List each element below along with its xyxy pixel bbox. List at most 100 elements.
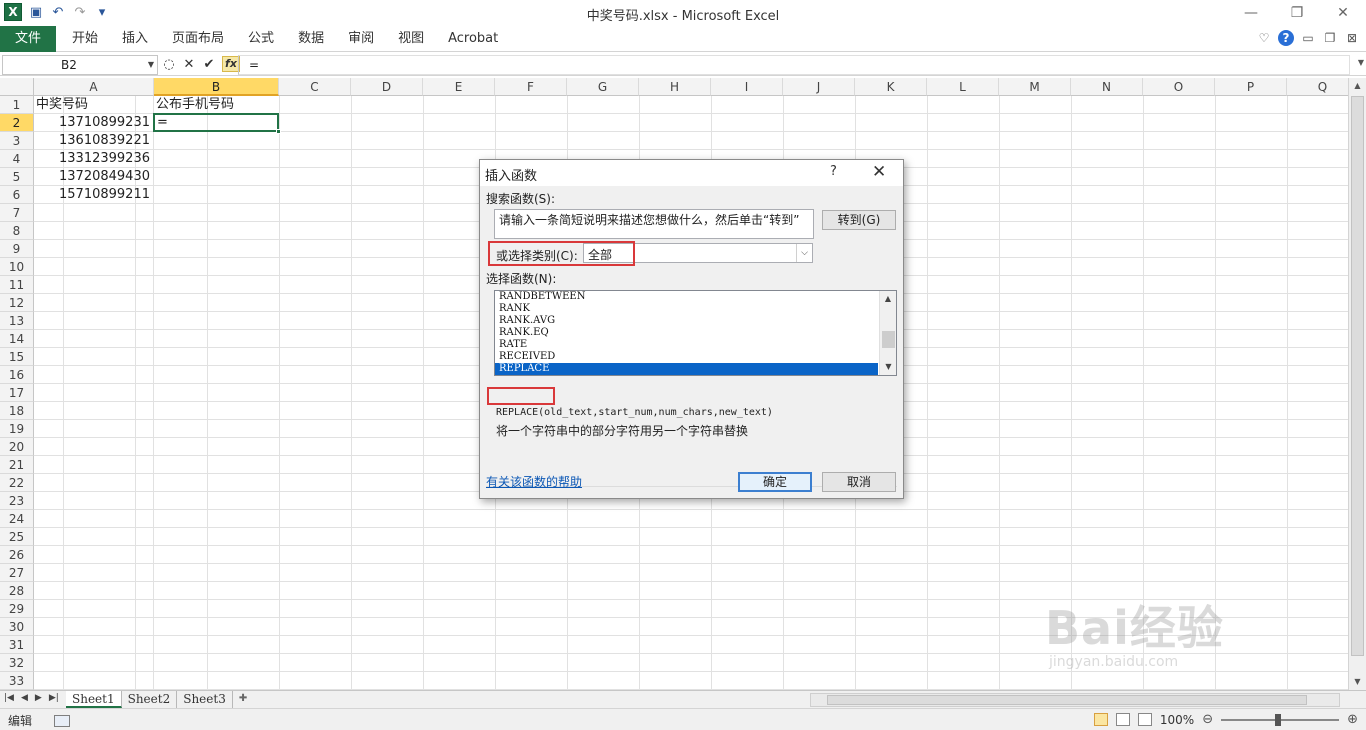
prev-sheet-icon[interactable]: ◀: [21, 693, 28, 703]
tab-home[interactable]: 开始: [60, 26, 110, 52]
scroll-down-icon[interactable]: ▼: [880, 359, 896, 375]
column-header-g[interactable]: G: [567, 78, 639, 96]
column-header-q[interactable]: Q: [1287, 78, 1348, 96]
list-item[interactable]: RANK: [495, 303, 896, 315]
normal-view-icon[interactable]: [1093, 713, 1108, 726]
row-header-13[interactable]: 13: [0, 312, 34, 330]
row-header-2[interactable]: 2: [0, 114, 34, 132]
first-sheet-icon[interactable]: |◀: [4, 693, 14, 703]
cell-B1[interactable]: 公布手机号码: [156, 96, 234, 114]
zoom-level[interactable]: 100%: [1160, 713, 1194, 727]
row-header-3[interactable]: 3: [0, 132, 34, 150]
column-header-m[interactable]: M: [999, 78, 1071, 96]
row-header-6[interactable]: 6: [0, 186, 34, 204]
sheet-tab-sheet1[interactable]: Sheet1: [66, 691, 122, 708]
tab-formulas[interactable]: 公式: [236, 26, 286, 52]
row-header-7[interactable]: 7: [0, 204, 34, 222]
row-header-25[interactable]: 25: [0, 528, 34, 546]
dialog-close-icon[interactable]: ✕: [872, 162, 886, 182]
search-function-input[interactable]: 请输入一条简短说明来描述您想做什么，然后单击“转到”: [494, 209, 814, 239]
expand-formula-bar-icon[interactable]: ▼: [1358, 58, 1364, 67]
sheet-tab-sheet2[interactable]: Sheet2: [122, 691, 178, 708]
fill-handle[interactable]: [276, 129, 281, 134]
formula-input[interactable]: =: [238, 55, 1350, 75]
column-header-f[interactable]: F: [495, 78, 567, 96]
new-sheet-icon[interactable]: ✚: [233, 691, 253, 708]
cancel-button[interactable]: 取消: [822, 472, 896, 492]
zoom-in-icon[interactable]: ⊕: [1347, 712, 1358, 727]
row-header-24[interactable]: 24: [0, 510, 34, 528]
column-header-d[interactable]: D: [351, 78, 423, 96]
row-header-14[interactable]: 14: [0, 330, 34, 348]
column-header-c[interactable]: C: [279, 78, 351, 96]
page-layout-view-icon[interactable]: [1115, 713, 1130, 726]
row-header-17[interactable]: 17: [0, 384, 34, 402]
list-item[interactable]: RANK.AVG: [495, 315, 896, 327]
row-header-22[interactable]: 22: [0, 474, 34, 492]
function-list[interactable]: RANDBETWEEN RANK RANK.AVG RANK.EQ RATE R…: [494, 290, 897, 376]
list-scroll-thumb[interactable]: [882, 331, 895, 348]
tab-data[interactable]: 数据: [286, 26, 336, 52]
dialog-help-button[interactable]: ?: [830, 164, 837, 179]
row-header-19[interactable]: 19: [0, 420, 34, 438]
cell-A4[interactable]: 13312399236: [34, 150, 152, 168]
row-header-31[interactable]: 31: [0, 636, 34, 654]
cell-A6[interactable]: 15710899211: [34, 186, 152, 204]
close-button[interactable]: ✕: [1320, 0, 1366, 26]
select-all-corner[interactable]: [0, 78, 34, 96]
list-item[interactable]: RANDBETWEEN: [495, 291, 896, 303]
chevron-down-icon[interactable]: ▼: [148, 56, 154, 74]
list-item[interactable]: RANK.EQ: [495, 327, 896, 339]
column-header-e[interactable]: E: [423, 78, 495, 96]
doc-restore-icon[interactable]: ❐: [1322, 30, 1338, 46]
cell-A5[interactable]: 13720849430: [34, 168, 152, 186]
list-item[interactable]: RECEIVED: [495, 351, 896, 363]
dialog-title-bar[interactable]: 插入函数 ? ✕: [480, 160, 903, 186]
tab-page-layout[interactable]: 页面布局: [160, 26, 236, 52]
zoom-out-icon[interactable]: ⊖: [1202, 712, 1213, 727]
column-header-p[interactable]: P: [1215, 78, 1287, 96]
tab-review[interactable]: 审阅: [336, 26, 386, 52]
tab-file[interactable]: 文件: [0, 26, 56, 52]
row-header-32[interactable]: 32: [0, 654, 34, 672]
row-header-18[interactable]: 18: [0, 402, 34, 420]
zoom-slider-knob[interactable]: [1275, 713, 1282, 726]
row-header-11[interactable]: 11: [0, 276, 34, 294]
help-icon[interactable]: ?: [1278, 30, 1294, 46]
column-header-j[interactable]: J: [783, 78, 855, 96]
list-item[interactable]: RATE: [495, 339, 896, 351]
tab-insert[interactable]: 插入: [110, 26, 160, 52]
restore-button[interactable]: ❐: [1274, 0, 1320, 26]
column-header-h[interactable]: H: [639, 78, 711, 96]
tab-view[interactable]: 视图: [386, 26, 436, 52]
name-box[interactable]: B2 ▼: [2, 55, 158, 75]
last-sheet-icon[interactable]: ▶|: [49, 693, 59, 703]
cell-A2[interactable]: 13710899231: [34, 114, 152, 132]
column-header-l[interactable]: L: [927, 78, 999, 96]
sheet-tab-sheet3[interactable]: Sheet3: [177, 691, 233, 708]
row-header-16[interactable]: 16: [0, 366, 34, 384]
row-header-20[interactable]: 20: [0, 438, 34, 456]
row-header-8[interactable]: 8: [0, 222, 34, 240]
ok-button[interactable]: 确定: [738, 472, 812, 492]
column-header-a[interactable]: A: [34, 78, 154, 96]
function-help-link[interactable]: 有关该函数的帮助: [486, 473, 582, 490]
go-button[interactable]: 转到(G): [822, 210, 896, 230]
chevron-down-icon[interactable]: ⌵: [796, 244, 812, 262]
doc-close-icon[interactable]: ⊠: [1344, 30, 1360, 46]
scroll-up-icon[interactable]: ▲: [880, 291, 896, 307]
cancel-icon[interactable]: ✕: [182, 57, 196, 72]
enter-icon[interactable]: ✔: [202, 57, 216, 72]
doc-minimize-icon[interactable]: ▭: [1300, 30, 1316, 46]
row-header-28[interactable]: 28: [0, 582, 34, 600]
row-header-4[interactable]: 4: [0, 150, 34, 168]
vertical-scrollbar[interactable]: ▲ ▼: [1348, 78, 1366, 690]
row-header-26[interactable]: 26: [0, 546, 34, 564]
row-header-10[interactable]: 10: [0, 258, 34, 276]
page-break-view-icon[interactable]: [1137, 713, 1152, 726]
column-header-n[interactable]: N: [1071, 78, 1143, 96]
column-header-i[interactable]: I: [711, 78, 783, 96]
column-header-k[interactable]: K: [855, 78, 927, 96]
macro-record-icon[interactable]: [54, 714, 71, 727]
row-header-5[interactable]: 5: [0, 168, 34, 186]
